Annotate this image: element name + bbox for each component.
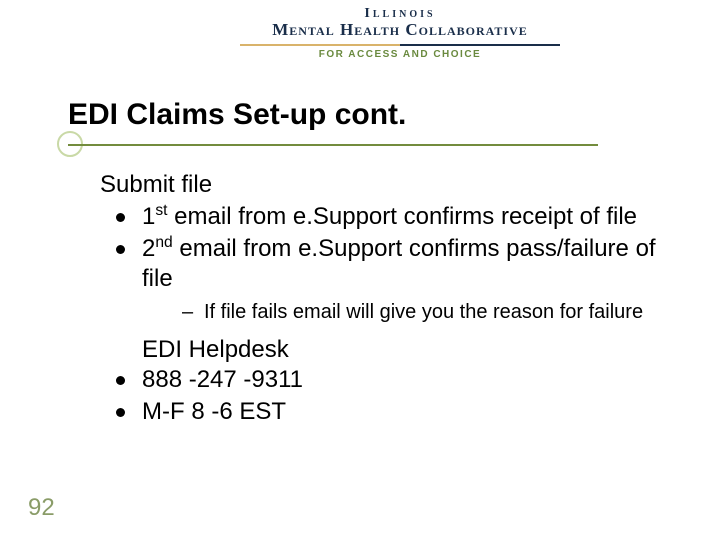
bullet-list-level2: If file fails email will give you the re… [182,300,680,325]
sub-bullet-1: If file fails email will give you the re… [182,300,680,325]
logo-divider [240,44,560,46]
bullet-2-sup: nd [155,234,172,251]
content-area: Submit file 1st email from e.Support con… [100,170,680,429]
bullet-item-1: 1st email from e.Support confirms receip… [116,202,680,232]
bullet-list-helpdesk: 888 -247 -9311 M-F 8 -6 EST [116,365,680,427]
section-head: Submit file [100,170,680,200]
bullet-list-level1: 1st email from e.Support confirms receip… [116,202,680,325]
title-underline [68,144,598,146]
bullet-1-pre: 1 [142,203,155,230]
slide-title: EDI Claims Set-up cont. [68,98,406,132]
logo-tagline: FOR ACCESS AND CHOICE [240,49,560,60]
logo-block: Illinois Mental Health Collaborative FOR… [240,6,560,76]
bullet-1-post: email from e.Support confirms receipt of… [168,203,638,230]
helpdesk-hours: M-F 8 -6 EST [116,397,680,427]
logo-line2: Mental Health Collaborative [240,20,560,40]
helpdesk-title: EDI Helpdesk [142,335,680,365]
bullet-1-sup: st [155,202,167,219]
helpdesk-phone: 888 -247 -9311 [116,365,680,395]
slide-number: 92 [28,494,55,522]
bullet-2-post: email from e.Support confirms pass/failu… [142,235,656,292]
bullet-item-2: 2nd email from e.Support confirms pass/f… [116,234,680,325]
bullet-2-pre: 2 [142,235,155,262]
